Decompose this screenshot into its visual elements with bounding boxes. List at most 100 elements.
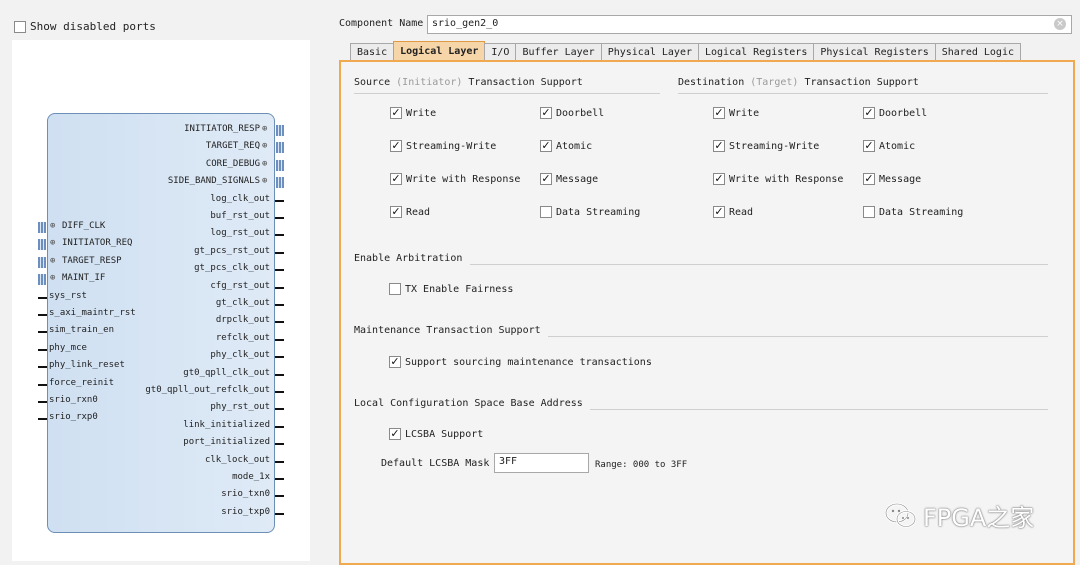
bus-port-pin[interactable]	[276, 142, 284, 153]
destination-option-checkbox[interactable]: ✓	[713, 206, 725, 218]
watermark-text: FPGA之家	[923, 504, 1035, 532]
wire-port-pin[interactable]	[275, 426, 284, 428]
wire-port-pin[interactable]	[275, 321, 284, 323]
source-option[interactable]: ✓ Atomic	[540, 140, 592, 152]
bus-port-pin[interactable]	[276, 177, 284, 188]
wire-port-pin[interactable]	[275, 356, 284, 358]
wire-port-pin[interactable]	[275, 200, 284, 202]
source-option-checkbox[interactable]: ✓	[390, 206, 402, 218]
destination-option[interactable]: ✓ Doorbell	[863, 107, 927, 119]
wire-port-pin[interactable]	[275, 217, 284, 219]
destination-option-checkbox[interactable]	[863, 206, 875, 218]
wire-port-pin[interactable]	[275, 269, 284, 271]
tx-enable-fairness-checkbox[interactable]	[389, 283, 401, 295]
right-port-label: log_clk_out	[210, 194, 270, 204]
wire-port-pin[interactable]	[275, 443, 284, 445]
expand-bus-icon[interactable]: ⊕	[50, 256, 55, 266]
support-sourcing-maintenance-checkbox[interactable]: ✓	[389, 356, 401, 368]
tab-io[interactable]: I/O	[484, 43, 517, 61]
bus-port-pin[interactable]	[38, 274, 46, 285]
source-option-label: Message	[556, 173, 599, 185]
destination-option[interactable]: ✓ Write	[713, 107, 759, 119]
wire-port-pin[interactable]	[275, 408, 284, 410]
expand-bus-icon[interactable]: ⊕	[262, 124, 267, 134]
source-option-checkbox[interactable]	[540, 206, 552, 218]
bus-port-pin[interactable]	[38, 222, 46, 233]
wire-port-pin[interactable]	[275, 478, 284, 480]
wire-port-pin[interactable]	[275, 495, 284, 497]
expand-bus-icon[interactable]: ⊕	[50, 238, 55, 248]
component-name-input[interactable]: srio_gen2_0	[427, 15, 1072, 34]
wire-port-pin[interactable]	[38, 418, 47, 420]
wire-port-pin[interactable]	[38, 401, 47, 403]
wire-port-pin[interactable]	[38, 349, 47, 351]
support-sourcing-maintenance-option[interactable]: ✓ Support sourcing maintenance transacti…	[389, 356, 652, 368]
lcsba-support-checkbox[interactable]: ✓	[389, 428, 401, 440]
source-option-checkbox[interactable]: ✓	[540, 107, 552, 119]
lcsba-mask-input[interactable]: 3FF	[494, 453, 589, 473]
destination-option[interactable]: ✓ Read	[713, 206, 753, 218]
destination-option[interactable]: ✓ Atomic	[863, 140, 915, 152]
destination-option-checkbox[interactable]: ✓	[713, 140, 725, 152]
destination-option-checkbox[interactable]: ✓	[863, 173, 875, 185]
destination-option-label: Atomic	[879, 140, 916, 152]
wire-port-pin[interactable]	[275, 374, 284, 376]
wire-port-pin[interactable]	[275, 287, 284, 289]
wire-port-pin[interactable]	[38, 331, 47, 333]
tab-logical-registers[interactable]: Logical Registers	[698, 43, 815, 61]
tx-enable-fairness-label: TX Enable Fairness	[405, 283, 514, 295]
expand-bus-icon[interactable]: ⊕	[50, 273, 55, 283]
wire-port-pin[interactable]	[38, 297, 47, 299]
clear-icon[interactable]: ×	[1054, 18, 1066, 30]
wire-port-pin[interactable]	[275, 461, 284, 463]
source-option[interactable]: ✓ Message	[540, 173, 598, 185]
wire-port-pin[interactable]	[275, 339, 284, 341]
source-option-checkbox[interactable]: ✓	[390, 173, 402, 185]
source-option-checkbox[interactable]: ✓	[540, 140, 552, 152]
expand-bus-icon[interactable]: ⊕	[262, 159, 267, 169]
tab-physical-registers[interactable]: Physical Registers	[813, 43, 936, 61]
destination-option-checkbox[interactable]: ✓	[863, 140, 875, 152]
arbitration-separator	[470, 264, 1048, 265]
source-option[interactable]: Data Streaming	[540, 206, 640, 218]
lcsba-support-option[interactable]: ✓ LCSBA Support	[389, 428, 483, 440]
destination-option[interactable]: ✓ Streaming-Write	[713, 140, 819, 152]
expand-bus-icon[interactable]: ⊕	[262, 141, 267, 151]
bus-port-pin[interactable]	[38, 257, 46, 268]
tab-physical-layer[interactable]: Physical Layer	[600, 43, 699, 61]
expand-bus-icon[interactable]: ⊕	[50, 221, 55, 231]
wire-port-pin[interactable]	[38, 384, 47, 386]
expand-bus-icon[interactable]: ⊕	[262, 176, 267, 186]
wire-port-pin[interactable]	[275, 513, 284, 515]
bus-port-pin[interactable]	[38, 239, 46, 250]
wire-port-pin[interactable]	[38, 366, 47, 368]
wire-port-pin[interactable]	[275, 391, 284, 393]
source-option-checkbox[interactable]: ✓	[540, 173, 552, 185]
destination-option-checkbox[interactable]: ✓	[713, 173, 725, 185]
show-disabled-ports[interactable]: Show disabled ports	[14, 20, 156, 33]
destination-option-checkbox[interactable]: ✓	[863, 107, 875, 119]
wire-port-pin[interactable]	[275, 304, 284, 306]
bus-port-pin[interactable]	[276, 125, 284, 136]
tab-shared-logic[interactable]: Shared Logic	[934, 43, 1021, 61]
destination-option[interactable]: ✓ Message	[863, 173, 921, 185]
destination-option[interactable]: ✓ Write with Response	[713, 173, 843, 185]
destination-option-checkbox[interactable]: ✓	[713, 107, 725, 119]
source-option[interactable]: ✓ Read	[390, 206, 430, 218]
tab-basic[interactable]: Basic	[350, 43, 395, 61]
source-option[interactable]: ✓ Doorbell	[540, 107, 604, 119]
wire-port-pin[interactable]	[275, 252, 284, 254]
source-option[interactable]: ✓ Write	[390, 107, 436, 119]
tab-buffer-layer[interactable]: Buffer Layer	[515, 43, 602, 61]
source-option[interactable]: ✓ Write with Response	[390, 173, 520, 185]
source-option-checkbox[interactable]: ✓	[390, 140, 402, 152]
destination-option[interactable]: Data Streaming	[863, 206, 963, 218]
tx-enable-fairness-option[interactable]: TX Enable Fairness	[389, 283, 513, 295]
show-disabled-checkbox[interactable]	[14, 20, 26, 33]
wire-port-pin[interactable]	[275, 234, 284, 236]
wire-port-pin[interactable]	[38, 314, 47, 316]
bus-port-pin[interactable]	[276, 160, 284, 171]
tab-logical-layer[interactable]: Logical Layer	[393, 41, 486, 61]
source-option[interactable]: ✓ Streaming-Write	[390, 140, 496, 152]
source-option-checkbox[interactable]: ✓	[390, 107, 402, 119]
